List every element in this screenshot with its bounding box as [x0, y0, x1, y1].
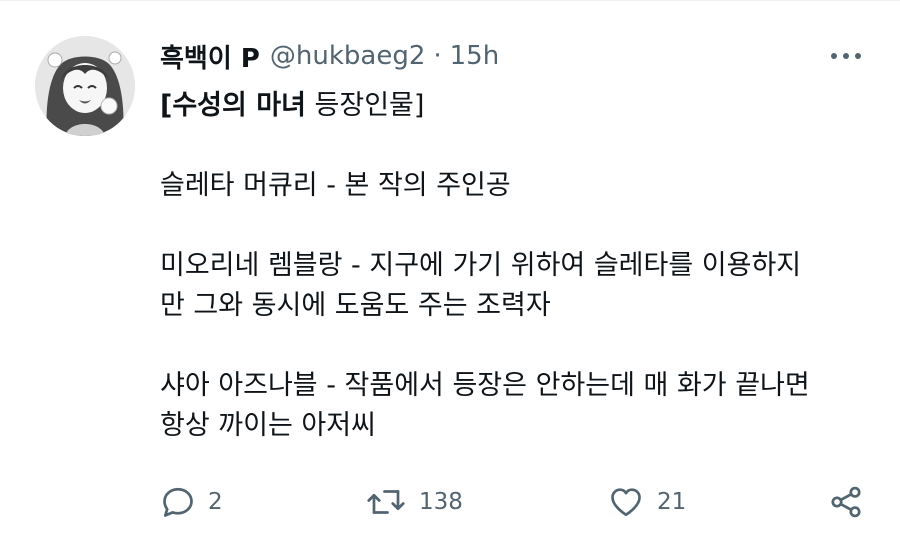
like-button[interactable]: 21 — [607, 480, 686, 524]
share-button[interactable] — [828, 480, 864, 524]
tweet-actions: 2 138 21 — [0, 480, 900, 524]
timestamp[interactable]: 15h — [450, 41, 500, 71]
tweet-paragraph: 미오리네 렘블랑 - 지구에 가기 위하여 슬레타를 이용하지 만 그와 동시에… — [160, 250, 802, 321]
tweet-header: 흑백이 P @hukbaeg2 · 15h — [160, 36, 499, 76]
retweet-icon — [367, 490, 405, 514]
tweet-title-rest: 등장인물] — [305, 90, 425, 121]
top-divider — [0, 0, 900, 1]
reply-button[interactable]: 2 — [160, 480, 223, 524]
reply-icon — [163, 487, 193, 517]
tweet-paragraph: 슬레타 머큐리 - 본 작의 주인공 — [160, 170, 511, 201]
avatar-image — [35, 36, 135, 136]
share-icon — [831, 486, 861, 518]
reply-count: 2 — [208, 489, 223, 515]
tweet-title: [수성의 마녀 등장인물] — [160, 86, 875, 126]
more-options-button[interactable] — [828, 44, 864, 68]
user-handle[interactable]: @hukbaeg2 — [270, 41, 426, 71]
tweet-paragraph: 샤아 아즈나블 - 작품에서 등장은 안하는데 매 화가 끝나면 항상 까이는 … — [160, 370, 810, 441]
heart-icon — [611, 488, 641, 517]
tweet-title-bold: [수성의 마녀 — [160, 90, 306, 121]
separator-dot: · — [433, 41, 442, 71]
avatar[interactable] — [35, 36, 135, 136]
tweet-text: [수성의 마녀 등장인물] 슬레타 머큐리 - 본 작의 주인공 미오리네 렘블… — [160, 86, 875, 446]
more-horizontal-icon — [831, 53, 861, 59]
like-count: 21 — [657, 489, 687, 515]
retweet-button[interactable]: 138 — [365, 480, 463, 524]
retweet-count: 138 — [419, 489, 463, 515]
display-name[interactable]: 흑백이 P — [160, 38, 260, 75]
